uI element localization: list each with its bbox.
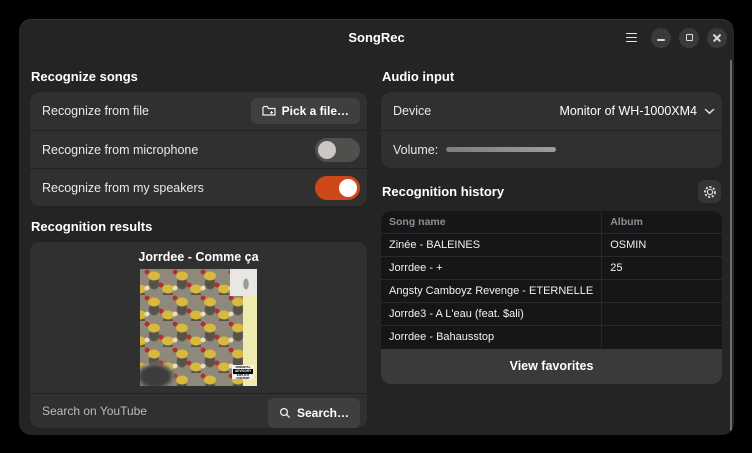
recognition-results-heading: Recognition results (31, 219, 367, 234)
recognize-songs-card: Recognize from file Pick a file… Reco (30, 92, 367, 206)
vertical-scrollbar[interactable] (730, 60, 733, 431)
history-settings-button[interactable] (698, 180, 721, 203)
album-art-image: PARENTAL ADVISORY EXPLICIT CONTENT (140, 269, 257, 386)
table-header-row: Song name Album (381, 211, 722, 234)
main-content: Recognize songs Recognize from file Pick… (19, 56, 734, 428)
audio-input-heading: Audio input (382, 69, 722, 84)
close-icon (712, 33, 722, 43)
chevron-down-icon (704, 108, 715, 115)
device-selected-value: Monitor of WH-1000XM4 (559, 104, 697, 118)
table-row[interactable]: Jorrde3 - A L'eau (feat. $ali) (381, 303, 722, 326)
recognition-results-card: Jorrdee - Comme ça PARENTAL ADVISORY EXP… (30, 242, 367, 428)
titlebar: SongRec (19, 19, 734, 56)
view-favorites-button[interactable]: View favorites (381, 349, 722, 384)
volume-row: Volume: (381, 130, 722, 168)
maximize-icon (686, 34, 693, 41)
close-button[interactable] (707, 28, 727, 48)
folder-new-icon (262, 105, 276, 117)
table-row[interactable]: Jorrdee - + 25 (381, 257, 722, 280)
recognize-from-file-row: Recognize from file Pick a file… (30, 92, 367, 130)
left-column: Recognize songs Recognize from file Pick… (30, 56, 367, 428)
search-icon (279, 407, 291, 419)
right-column: Audio input Device Monitor of WH-1000XM4… (381, 56, 722, 428)
window-title: SongRec (348, 30, 404, 45)
column-song-name[interactable]: Song name (381, 211, 602, 234)
recognition-history-card: Song name Album Zinée - BALEINES OSMIN J… (381, 211, 722, 384)
menu-icon[interactable] (619, 26, 643, 50)
album-art-corner-graphic (230, 269, 257, 296)
recognition-history-table: Song name Album Zinée - BALEINES OSMIN J… (381, 211, 722, 349)
volume-label: Volume: (393, 143, 438, 157)
titlebar-controls (619, 19, 727, 56)
parental-advisory-label: PARENTAL ADVISORY EXPLICIT CONTENT (232, 365, 254, 379)
search-on-youtube-row: Search on YouTube Search… (30, 393, 367, 428)
speakers-toggle[interactable] (315, 176, 360, 200)
recognize-from-microphone-label: Recognize from microphone (42, 143, 198, 157)
album-art-figure (140, 350, 190, 386)
pick-a-file-label: Pick a file… (282, 104, 349, 118)
recognize-from-microphone-row: Recognize from microphone (30, 130, 367, 168)
column-album[interactable]: Album (602, 211, 722, 234)
recognized-song-title: Jorrdee - Comme ça (30, 242, 367, 269)
maximize-button[interactable] (679, 28, 699, 48)
microphone-toggle[interactable] (315, 138, 360, 162)
recognize-from-speakers-row: Recognize from my speakers (30, 168, 367, 206)
search-on-youtube-label: Search on YouTube (42, 404, 147, 418)
volume-level-bar (446, 147, 556, 152)
recognition-history-heading: Recognition history (382, 184, 504, 199)
minimize-button[interactable] (651, 28, 671, 48)
songrec-window: SongRec Recognize songs Recognize from f… (19, 19, 734, 435)
audio-input-card: Device Monitor of WH-1000XM4 Volume: (381, 92, 722, 168)
youtube-search-label: Search… (297, 406, 349, 420)
table-row[interactable]: Zinée - BALEINES OSMIN (381, 234, 722, 257)
youtube-search-button[interactable]: Search… (268, 398, 360, 428)
gear-icon (703, 185, 717, 199)
device-row[interactable]: Device Monitor of WH-1000XM4 (381, 92, 722, 130)
recognize-from-speakers-label: Recognize from my speakers (42, 181, 204, 195)
recognize-songs-heading: Recognize songs (31, 69, 367, 84)
recognition-history-header: Recognition history (382, 180, 722, 203)
table-row[interactable]: Angsty Camboyz Revenge - ETERNELLE (381, 280, 722, 303)
recognize-from-file-label: Recognize from file (42, 104, 149, 118)
table-row[interactable]: Jorrdee - Bahausstop (381, 326, 722, 349)
device-label: Device (393, 104, 431, 118)
pick-a-file-button[interactable]: Pick a file… (251, 98, 360, 124)
minimize-icon (657, 39, 665, 41)
